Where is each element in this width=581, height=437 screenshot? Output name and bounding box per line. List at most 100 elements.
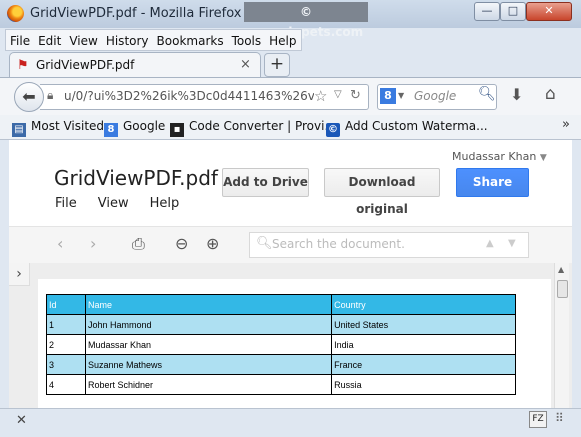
watermark: © aspsnippets.com [244, 2, 368, 39]
resize-grip-icon[interactable]: ⠿ [555, 411, 567, 426]
print-icon[interactable]: ⎙ [132, 234, 145, 254]
scroll-up-icon[interactable]: ▲ [558, 265, 564, 274]
pdf-page: Id Name Country 1 John Hammond United St… [38, 279, 551, 428]
search-icon[interactable]: 🔍︎ [478, 86, 496, 102]
download-icon[interactable]: ⬇ [510, 85, 523, 104]
tab-close-icon[interactable]: × [240, 57, 251, 72]
google-search-engine-icon[interactable]: 8 [380, 88, 396, 104]
bookmark-label: Most Visited [31, 119, 105, 133]
previous-page-icon[interactable]: ‹ [57, 234, 63, 253]
back-button[interactable]: ⬅ [14, 82, 44, 112]
tab-strip: ⚑ GridViewPDF.pdf × + [0, 50, 581, 78]
search-input[interactable]: Google [414, 89, 456, 103]
bookmark-google[interactable]: 8 Google [104, 119, 165, 137]
google-icon: 8 [104, 123, 118, 137]
viewer-menu-file[interactable]: File [55, 196, 77, 211]
cell-name: Mudassar Khan [84, 334, 333, 355]
search-bar[interactable]: 8 ▼ Google 🔍︎ [377, 84, 497, 110]
user-account-menu[interactable]: Mudassar Khan ▼ [452, 150, 547, 163]
menu-bookmarks[interactable]: Bookmarks [153, 32, 228, 51]
bookmark-code-converter[interactable]: ▪ Code Converter | Provi... [170, 119, 336, 137]
column-header-id: Id [46, 294, 86, 315]
document-search-input[interactable]: 🔍︎ Search the document. ▲ ▼ [249, 232, 529, 258]
bookmark-most-visited[interactable]: ▤ Most Visited [12, 119, 104, 137]
cell-id: 3 [46, 354, 86, 375]
grid-table: Id Name Country 1 John Hammond United St… [46, 294, 516, 395]
bookmark-label: Code Converter | Provi... [189, 119, 336, 133]
table-row: 2 Mudassar Khan India [46, 334, 516, 355]
addon-bar-icon[interactable]: FZ [529, 411, 547, 428]
table-header-row: Id Name Country [46, 294, 516, 315]
code-converter-icon: ▪ [170, 123, 184, 137]
url-text[interactable]: u/0/?ui%3D2%26ik%3Dc0d4411463%26view%... [64, 89, 314, 103]
chevron-down-icon: ▼ [539, 153, 547, 163]
search-next-icon[interactable]: ▼ [508, 238, 516, 249]
maximize-button[interactable]: □ [500, 2, 526, 21]
new-tab-button[interactable]: + [264, 53, 290, 77]
status-bar: ✕ FZ ⠿ [0, 408, 581, 437]
pdf-icon: ⚑ [17, 58, 29, 73]
cell-country: France [331, 354, 516, 375]
zoom-in-icon[interactable]: ⊕ [206, 234, 219, 253]
home-icon[interactable]: ⌂ [545, 84, 556, 104]
chevron-down-icon[interactable]: ▼ [398, 91, 404, 100]
tab-gridviewpdf[interactable]: ⚑ GridViewPDF.pdf × [9, 52, 261, 78]
cell-name: John Hammond [84, 314, 333, 335]
reload-icon[interactable]: ↻ [350, 88, 361, 103]
page-content: GridViewPDF.pdf File View Help Mudassar Kh… [9, 140, 572, 428]
scrollbar-thumb[interactable] [557, 280, 568, 298]
download-original-button[interactable]: Download original [324, 168, 440, 216]
menu-edit[interactable]: Edit [34, 32, 65, 51]
menu-tools[interactable]: Tools [228, 32, 266, 51]
menu-history[interactable]: History [102, 32, 153, 51]
window-title: GridViewPDF.pdf - Mozilla Firefox [30, 6, 242, 21]
cell-name: Suzanne Mathews [84, 354, 333, 375]
watermark-site-icon: © [326, 123, 340, 137]
site-identity-icon[interactable]: 🔒︎ [47, 88, 53, 103]
bookmark-label: Google [123, 119, 166, 133]
document-title: GridViewPDF.pdf [54, 166, 218, 190]
bookmark-label: Add Custom Waterma... [345, 119, 488, 133]
chevron-down-icon[interactable]: ▽ [334, 89, 342, 100]
search-previous-icon[interactable]: ▲ [486, 238, 494, 249]
cell-country: Russia [331, 374, 516, 395]
zoom-out-icon[interactable]: ⊖ [175, 234, 188, 253]
bookmark-add-custom-watermark[interactable]: © Add Custom Waterma... [326, 119, 488, 137]
bookmarks-overflow-icon[interactable]: » [562, 117, 570, 132]
title-bar: GridViewPDF.pdf - Mozilla Firefox © asps… [0, 0, 581, 39]
add-to-drive-button[interactable]: Add to Drive [222, 168, 309, 197]
cell-id: 4 [46, 374, 86, 395]
cell-country: United States [331, 314, 516, 335]
bookmarks-toolbar: ▤ Most Visited 8 Google ▪ Code Converter | … [0, 115, 581, 140]
vertical-scrollbar[interactable]: ▲ [554, 263, 569, 428]
url-bar[interactable]: 🔒︎ u/0/?ui%3D2%26ik%3Dc0d4411463%26view%… [40, 84, 369, 110]
cell-id: 2 [46, 334, 86, 355]
cell-country: India [331, 334, 516, 355]
column-header-country: Country [331, 294, 516, 315]
menu-view[interactable]: View [65, 32, 101, 51]
menu-bar: File Edit View History Bookmarks Tools Help [5, 29, 302, 51]
cell-id: 1 [46, 314, 86, 335]
navigation-bar: 🔒︎ u/0/?ui%3D2%26ik%3Dc0d4411463%26view%… [0, 77, 581, 115]
document-search-placeholder: Search the document. [272, 237, 405, 251]
bookmark-star-icon[interactable]: ☆ [314, 87, 327, 105]
close-icon[interactable]: ✕ [16, 413, 27, 428]
viewer-menu-view[interactable]: View [98, 196, 129, 211]
table-row: 4 Robert Schidner Russia [46, 374, 516, 395]
table-row: 3 Suzanne Mathews France [46, 354, 516, 375]
bookmarks-icon: ▤ [12, 123, 26, 137]
share-button[interactable]: Share [456, 168, 529, 197]
menu-help[interactable]: Help [265, 32, 300, 51]
minimize-button[interactable]: — [474, 2, 500, 21]
cell-name: Robert Schidner [84, 374, 333, 395]
browser-window: GridViewPDF.pdf - Mozilla Firefox © asps… [0, 0, 581, 437]
next-page-icon[interactable]: › [90, 234, 96, 253]
table-row: 1 John Hammond United States [46, 314, 516, 335]
viewer-menu-help[interactable]: Help [150, 196, 180, 211]
tab-label: GridViewPDF.pdf [36, 58, 135, 72]
menu-file[interactable]: File [6, 32, 34, 51]
search-icon: 🔍︎ [256, 236, 273, 251]
close-window-button[interactable]: ✕ [526, 2, 572, 21]
sidebar-toggle-icon[interactable]: › [9, 263, 30, 286]
user-name: Mudassar Khan [452, 150, 537, 163]
